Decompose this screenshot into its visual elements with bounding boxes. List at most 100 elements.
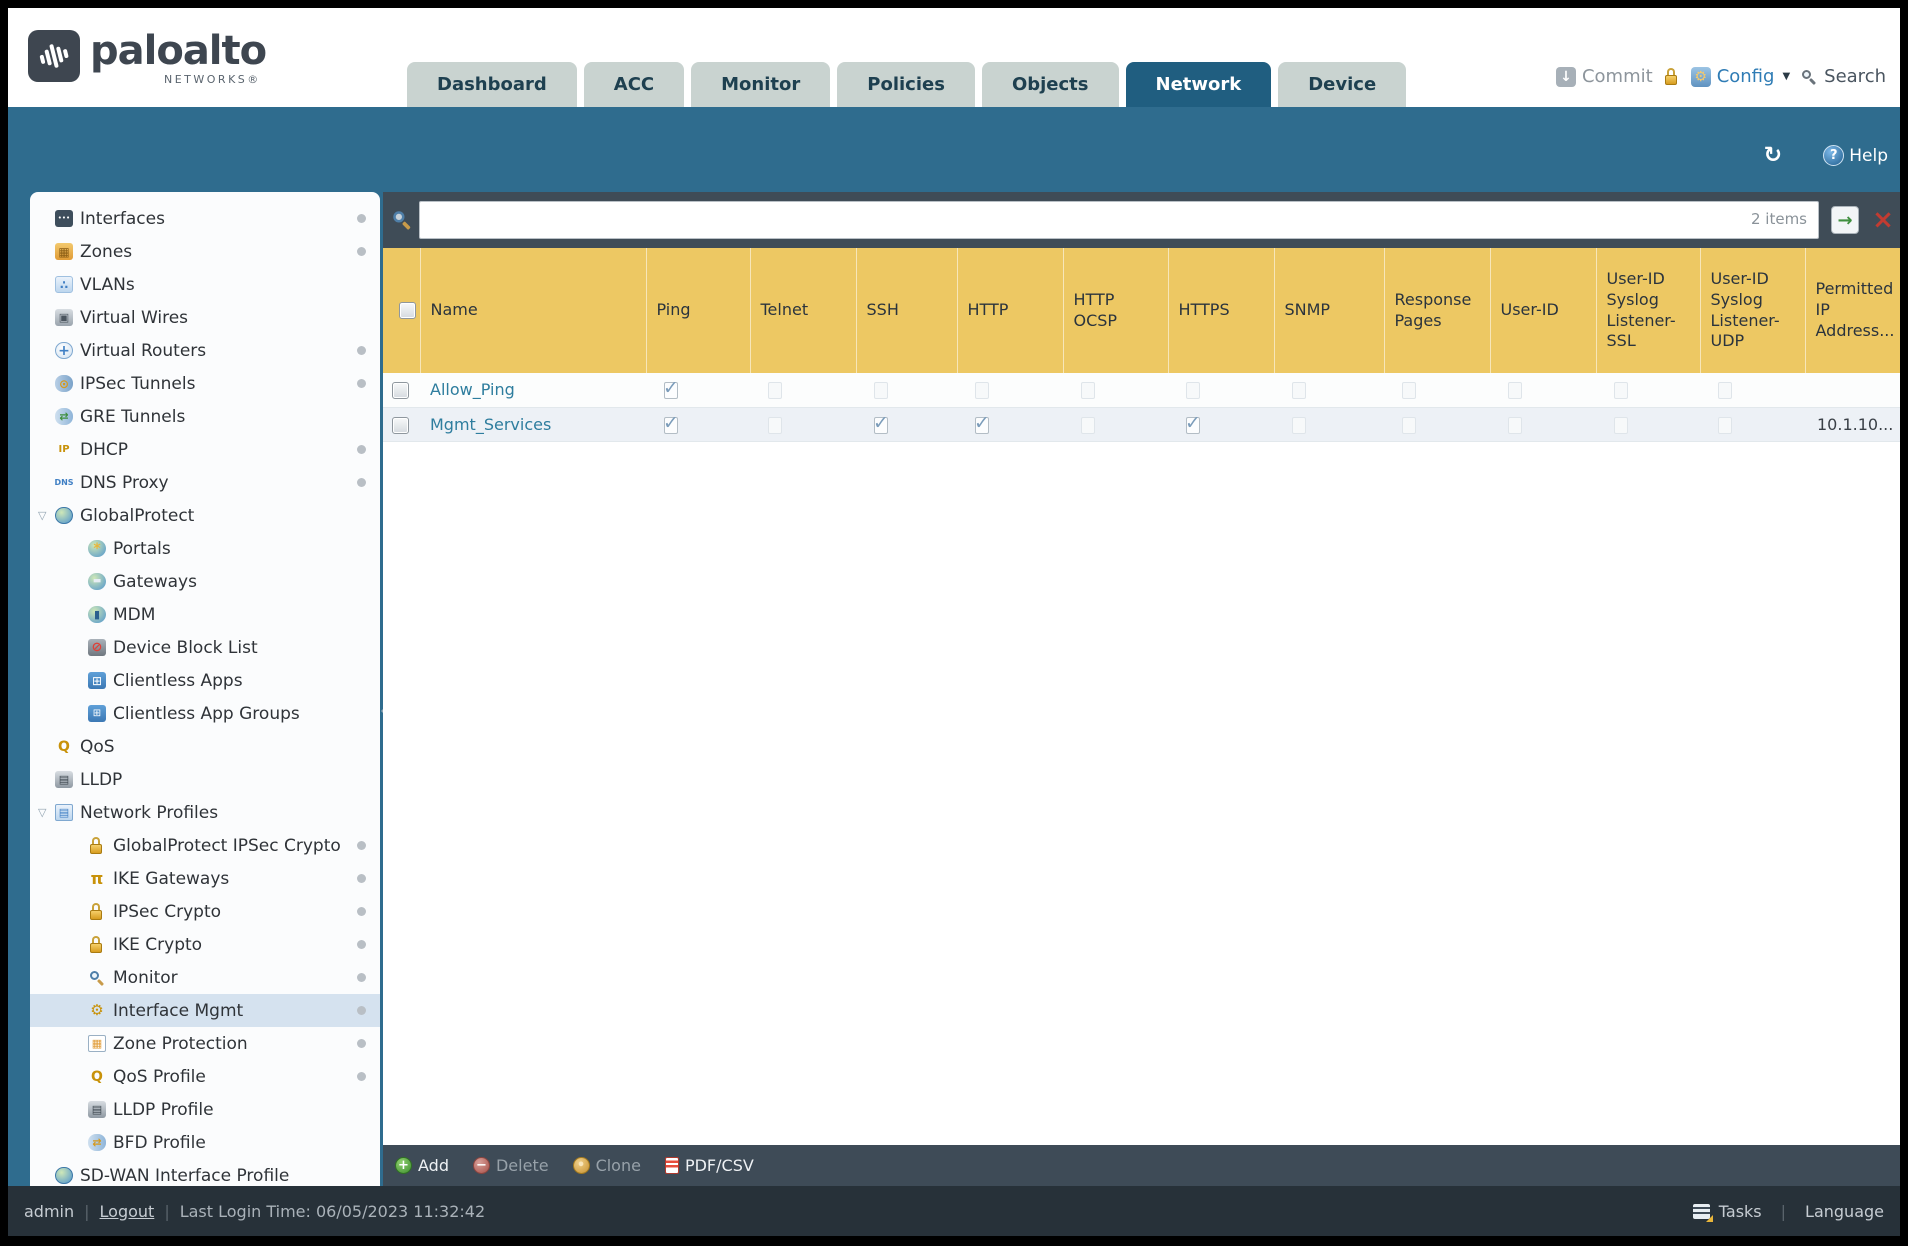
interface-mgmt-table: Name Ping Telnet SSH HTTP HTTP OCSP HTTPS SNMP R… — [383, 248, 1900, 442]
sidebar-item-dhcp[interactable]: IP DHCP — [30, 433, 380, 466]
sidebar-item-qos[interactable]: Q QoS — [30, 730, 380, 763]
col-header-permitted_ip[interactable]: Permitted IP Address... — [1805, 248, 1900, 373]
minus-icon: − — [472, 1157, 490, 1174]
snmp-checkbox[interactable] — [1292, 382, 1306, 400]
config-menu[interactable]: ⚙ Config ▼ — [1690, 66, 1790, 87]
tab-objects[interactable]: Objects — [981, 62, 1119, 107]
clear-filter-button[interactable]: × — [1869, 205, 1897, 235]
https-checkbox[interactable] — [1186, 382, 1200, 400]
col-header-ssh[interactable]: SSH — [856, 248, 958, 373]
language-link[interactable]: Language — [1805, 1202, 1884, 1221]
tab-acc[interactable]: ACC — [583, 62, 685, 107]
sidebar-item-label: Clientless Apps — [113, 670, 243, 691]
sidebar-item-vlans[interactable]: ∴ VLANs — [30, 268, 380, 301]
row-select-checkbox[interactable] — [392, 416, 409, 434]
sidebar-item-ike-crypto[interactable]: IKE Crypto — [30, 928, 380, 961]
uid_syslog_ssl-checkbox[interactable] — [1614, 416, 1628, 434]
sidebar-item-ike-gateways[interactable]: π IKE Gateways — [30, 862, 380, 895]
sidebar-item-bfd-profile[interactable]: ⇄ BFD Profile — [30, 1126, 380, 1159]
tab-device[interactable]: Device — [1278, 62, 1407, 107]
ssh-checkbox[interactable] — [873, 412, 889, 434]
col-header-response_pages[interactable]: Response Pages — [1384, 248, 1491, 373]
tab-monitor[interactable]: Monitor — [691, 62, 831, 107]
sidebar-item-interface-mgmt[interactable]: ⚙ Interface Mgmt — [30, 994, 380, 1027]
sidebar-item-lldp-profile[interactable]: ▤ LLDP Profile — [30, 1093, 380, 1126]
tab-network[interactable]: Network — [1125, 62, 1272, 107]
sidebar-item-clientless-app-groups[interactable]: ⊞ Clientless App Groups — [30, 697, 380, 730]
row-select-checkbox[interactable] — [392, 382, 409, 400]
ssh-checkbox[interactable] — [874, 382, 888, 400]
sidebar-item-ipsec-crypto[interactable]: IPSec Crypto — [30, 895, 380, 928]
sidebar-item-clientless-apps[interactable]: ⊞ Clientless Apps — [30, 664, 380, 697]
sidebar-item-virtual-routers[interactable]: + Virtual Routers — [30, 334, 380, 367]
col-header-snmp[interactable]: SNMP — [1274, 248, 1385, 373]
logged-in-user: admin — [24, 1201, 75, 1221]
sidebar-item-qos-profile[interactable]: Q QoS Profile — [30, 1060, 380, 1093]
tasks-link[interactable]: Tasks — [1719, 1202, 1762, 1221]
col-header-uid_syslog_ssl[interactable]: User-ID Syslog Listener-SSL — [1596, 248, 1701, 373]
uid_syslog_udp-checkbox[interactable] — [1718, 416, 1732, 434]
apply-filter-button[interactable]: → — [1831, 206, 1859, 234]
col-header-telnet[interactable]: Telnet — [750, 248, 857, 373]
user_id-checkbox[interactable] — [1508, 416, 1522, 434]
add-button[interactable]: + Add — [395, 1156, 449, 1175]
pdf-csv-button[interactable]: PDF/CSV — [664, 1156, 754, 1175]
sidebar-item-monitor[interactable]: Monitor — [30, 961, 380, 994]
uid_syslog_udp-checkbox[interactable] — [1718, 382, 1732, 400]
user_id-checkbox[interactable] — [1508, 382, 1522, 400]
col-header-https[interactable]: HTTPS — [1168, 248, 1275, 373]
ping-checkbox[interactable] — [663, 412, 679, 434]
sidebar-item-gateways[interactable]: ▬ Gateways — [30, 565, 380, 598]
commit-button[interactable]: ↓ Commit — [1555, 66, 1653, 87]
sidebar-item-mdm[interactable]: ▮ MDM — [30, 598, 380, 631]
virtual-routers-icon: + — [55, 342, 73, 359]
sidebar-item-portals[interactable]: * Portals — [30, 532, 380, 565]
tab-dashboard[interactable]: Dashboard — [407, 62, 577, 107]
http_ocsp-checkbox[interactable] — [1081, 382, 1095, 400]
col-header-http_ocsp[interactable]: HTTP OCSP — [1063, 248, 1169, 373]
http-checkbox[interactable] — [974, 412, 990, 434]
sidebar-item-interfaces[interactable]: ••• Interfaces — [30, 202, 380, 235]
expand-arrow-icon[interactable]: ▽ — [38, 806, 55, 819]
logout-link[interactable]: Logout — [100, 1202, 155, 1221]
response_pages-checkbox[interactable] — [1402, 382, 1416, 400]
sidebar-item-zone-protection[interactable]: ▦ Zone Protection — [30, 1027, 380, 1060]
clone-button[interactable]: • Clone — [572, 1156, 641, 1175]
col-header-uid_syslog_udp[interactable]: User-ID Syslog Listener-UDP — [1700, 248, 1806, 373]
sidebar-item-gre-tunnels[interactable]: ⇄ GRE Tunnels — [30, 400, 380, 433]
tab-policies[interactable]: Policies — [837, 62, 975, 107]
response_pages-checkbox[interactable] — [1402, 416, 1416, 434]
telnet-checkbox[interactable] — [768, 416, 782, 434]
sidebar-item-dns-proxy[interactable]: DNS DNS Proxy — [30, 466, 380, 499]
telnet-checkbox[interactable] — [768, 382, 782, 400]
col-header-ping[interactable]: Ping — [646, 248, 751, 373]
filter-input[interactable] — [419, 201, 1819, 239]
col-header-name[interactable]: Name — [420, 248, 647, 373]
https-checkbox[interactable] — [1185, 412, 1201, 434]
ping-checkbox[interactable] — [663, 377, 679, 400]
select-all-checkbox[interactable] — [399, 302, 416, 320]
sidebar-item-globalprotect-ipsec-crypto[interactable]: GlobalProtect IPSec Crypto — [30, 829, 380, 862]
sidebar-item-device-block-list[interactable]: ⊘ Device Block List — [30, 631, 380, 664]
sidebar-item-globalprotect[interactable]: ▽ GlobalProtect — [30, 499, 380, 532]
expand-arrow-icon[interactable]: ▽ — [38, 509, 55, 522]
sidebar-item-network-profiles[interactable]: ▽ ▤ Network Profiles — [30, 796, 380, 829]
sidebar-item-virtual-wires[interactable]: ▣ Virtual Wires — [30, 301, 380, 334]
col-header-user_id[interactable]: User-ID — [1490, 248, 1597, 373]
col-header-http[interactable]: HTTP — [957, 248, 1064, 373]
lock-icon[interactable] — [1663, 68, 1681, 85]
sidebar-item-zones[interactable]: ▦ Zones — [30, 235, 380, 268]
profile-name-link[interactable]: Mgmt_Services — [430, 415, 551, 434]
http_ocsp-checkbox[interactable] — [1081, 416, 1095, 434]
search-button[interactable]: Search — [1800, 66, 1886, 87]
sidebar-item-ipsec-tunnels[interactable]: ⊙ IPSec Tunnels — [30, 367, 380, 400]
sidebar-item-lldp[interactable]: ▤ LLDP — [30, 763, 380, 796]
sidebar-item-sd-wan-interface-profile[interactable]: SD-WAN Interface Profile — [30, 1159, 380, 1186]
http-checkbox[interactable] — [975, 382, 989, 400]
help-button[interactable]: ? Help — [1823, 145, 1888, 166]
refresh-icon[interactable]: ↻ — [1764, 143, 1782, 168]
profile-name-link[interactable]: Allow_Ping — [430, 380, 515, 399]
delete-button[interactable]: − Delete — [472, 1156, 549, 1175]
uid_syslog_ssl-checkbox[interactable] — [1614, 382, 1628, 400]
snmp-checkbox[interactable] — [1292, 416, 1306, 434]
